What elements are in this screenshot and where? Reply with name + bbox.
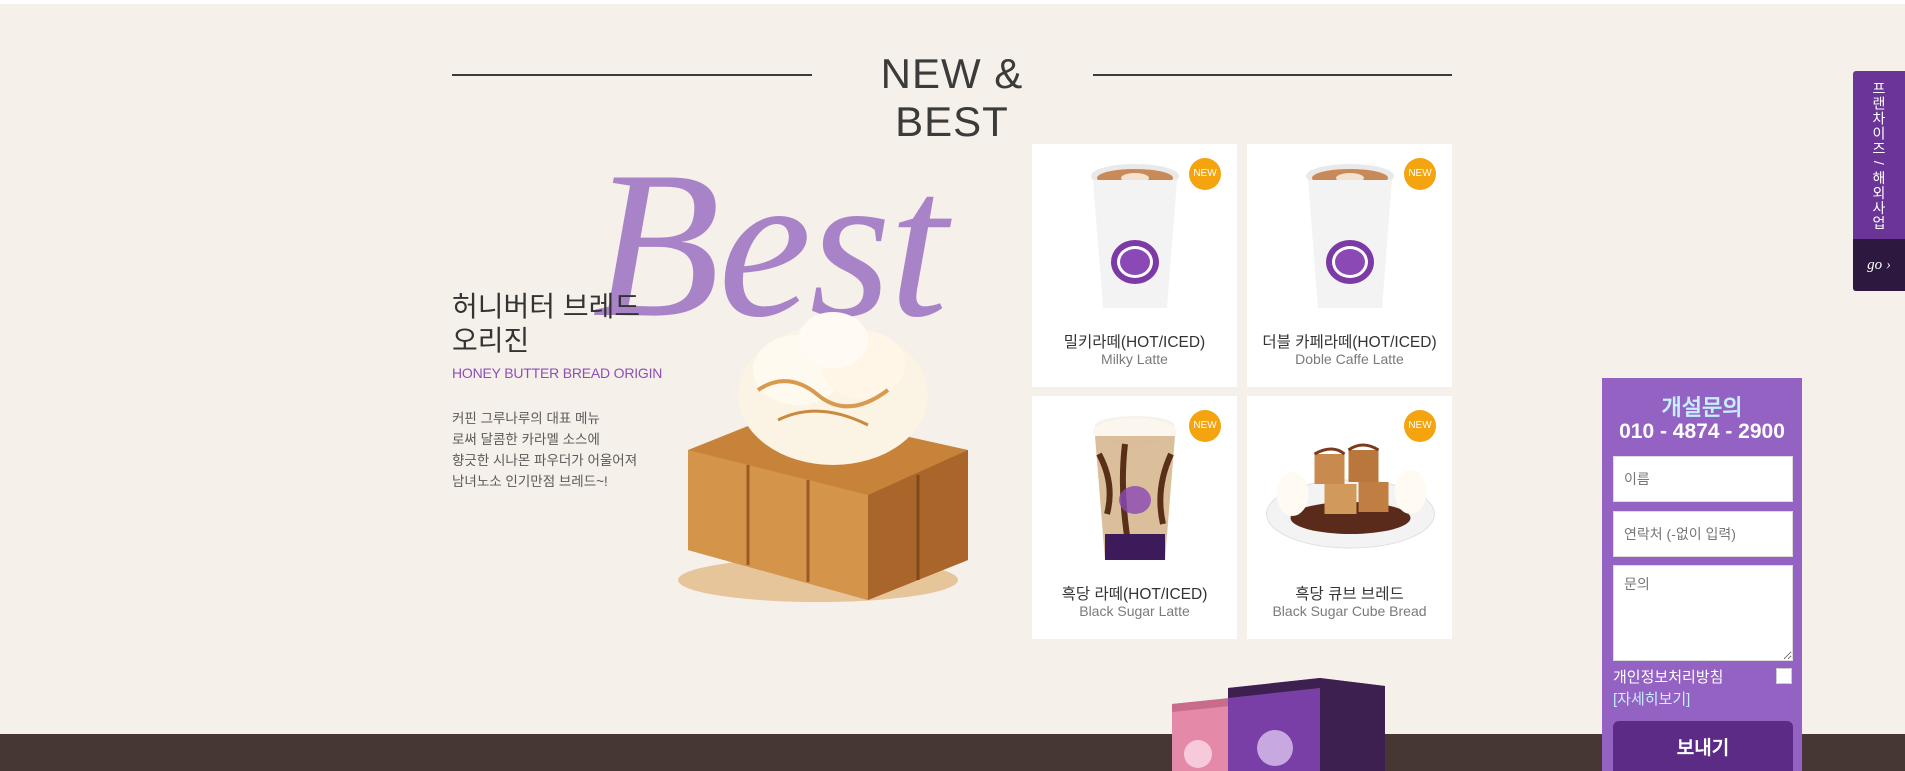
privacy-checkbox[interactable] (1776, 668, 1792, 684)
product-name-en: Black Sugar Latte (1079, 603, 1190, 619)
feature-desc-line: 향긋한 시나몬 파우더가 어울어져 (452, 453, 638, 468)
feature-name-line2: 오리진 (452, 325, 530, 356)
feature-name-line1: 허니버터 브레드 (452, 291, 641, 322)
new-badge: NEW (1404, 158, 1436, 190)
title-divider-left (452, 74, 812, 76)
feature-desc-line: 남녀노소 인기만점 브레드~! (452, 474, 608, 489)
privacy-label: 개인정보처리방침 (1613, 669, 1724, 686)
franchise-tab-label: 프랜차이즈 / 해외사업 (1871, 81, 1887, 231)
hot-cup-icon (1305, 164, 1394, 308)
feature-product-name-en: HONEY BUTTER BREAD ORIGIN (452, 365, 663, 381)
title-divider-right (1093, 74, 1452, 76)
product-name: 밀키라떼(HOT/ICED) (1063, 334, 1206, 351)
feature-description: 커핀 그루나루의 대표 메뉴 로써 달콤한 카라멜 소스에 향긋한 시나몬 파우… (452, 408, 637, 492)
product-name: 흑당 라떼(HOT/ICED) (1061, 586, 1208, 603)
product-name-en: Black Sugar Cube Bread (1272, 603, 1427, 619)
new-badge: NEW (1404, 410, 1436, 442)
product-card-milky-latte[interactable]: NEW 밀키라떼(HOT/ICED) Milky Latte (1032, 144, 1237, 387)
product-card-black-sugar-cube-bread[interactable]: NEW 흑당 큐브 브레드 Black Sugar Cube Bread (1247, 396, 1452, 639)
name-input[interactable] (1613, 456, 1793, 502)
section-title: NEW & BEST (452, 50, 1452, 145)
new-badge: NEW (1189, 158, 1221, 190)
privacy-detail-link[interactable]: [자세히보기] (1613, 688, 1690, 709)
submit-button[interactable]: 보내기 (1613, 721, 1793, 771)
feature-desc-line: 로써 달콤한 카라멜 소스에 (452, 432, 600, 447)
product-card-double-caffe-latte[interactable]: NEW 더블 카페라떼(HOT/ICED) Doble Caffe Latte (1247, 144, 1452, 387)
feature-product-name: 허니버터 브레드 오리진 (452, 290, 640, 358)
inquiry-phone: 010 - 4874 - 2900 (1619, 420, 1785, 443)
new-badge: NEW (1189, 410, 1221, 442)
message-textarea[interactable] (1613, 565, 1793, 661)
go-button[interactable]: go › (1853, 239, 1905, 291)
inquiry-form: 개설문의 010 - 4874 - 2900 개인정보처리방침 [자세히보기] … (1602, 378, 1802, 771)
feature-desc-line: 커핀 그루나루의 대표 메뉴 (452, 411, 600, 426)
honey-butter-bread-image (678, 312, 968, 602)
product-package-image (1172, 678, 1385, 771)
iced-cup-icon (1092, 416, 1177, 560)
product-name-en: Milky Latte (1101, 351, 1168, 367)
product-name: 흑당 큐브 브레드 (1295, 586, 1404, 603)
hot-cup-icon (1090, 164, 1179, 308)
top-bar (0, 0, 1905, 4)
product-name-en: Doble Caffe Latte (1295, 351, 1404, 367)
franchise-side-tab[interactable]: 프랜차이즈 / 해외사업 go › (1853, 71, 1905, 291)
phone-input[interactable] (1613, 511, 1793, 557)
product-card-black-sugar-latte[interactable]: NEW 흑당 라떼(HOT/ICED) Black Sugar Latte (1032, 396, 1237, 639)
inquiry-title: 개설문의 (1661, 395, 1743, 420)
product-name: 더블 카페라떼(HOT/ICED) (1262, 334, 1437, 351)
